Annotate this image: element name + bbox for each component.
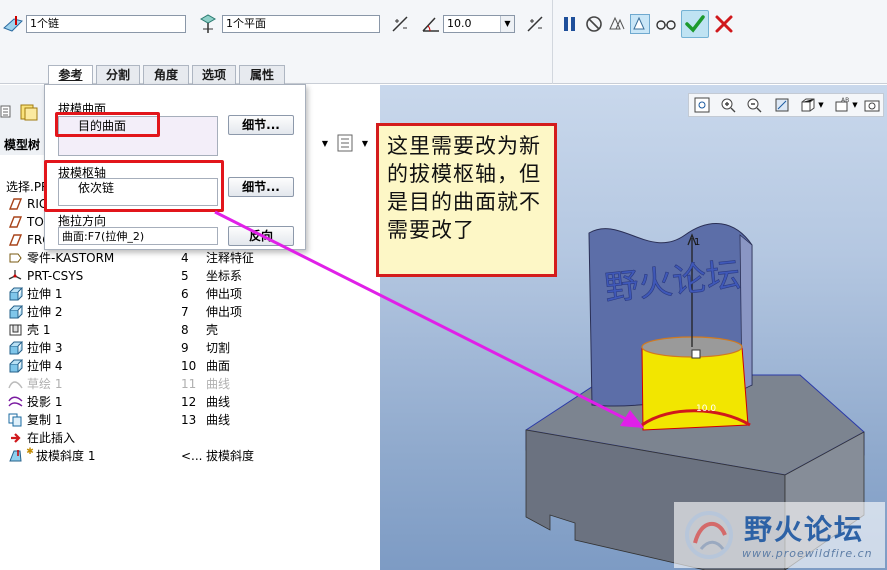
annotation-callout: 这里需要改为新的拔模枢轴，但是目的曲面就不需要改了 <box>376 123 557 277</box>
table-row[interactable]: 零件-KASTORM 4 注释特征 <box>0 249 380 267</box>
display-style-icon[interactable] <box>799 96 817 114</box>
folder-browser-icon[interactable] <box>18 101 40 123</box>
tab-options[interactable]: 选项 <box>192 65 236 84</box>
plane-collector-field[interactable]: 1个平面 <box>222 15 380 33</box>
cancel-x-icon[interactable] <box>713 13 735 35</box>
glasses-icon[interactable] <box>655 14 677 34</box>
insert-here-row[interactable]: 在此插入 <box>0 429 380 447</box>
extrude-icon <box>8 305 24 319</box>
tree-filter-icon[interactable] <box>335 132 357 154</box>
toolbar-divider <box>552 0 553 84</box>
datum-plane-icon <box>8 215 23 229</box>
chevron-down-icon[interactable]: ▼ <box>320 137 330 149</box>
zoom-in-icon[interactable] <box>719 96 737 114</box>
model-tree-header: 模型树 <box>4 138 41 152</box>
tab-angles[interactable]: 角度 <box>143 65 189 84</box>
pause-icon[interactable] <box>560 14 580 34</box>
chevron-down-icon[interactable]: ▼ <box>851 99 859 111</box>
sketch-icon <box>8 377 23 391</box>
extrude-icon <box>8 287 24 301</box>
table-row[interactable]: PRT-CSYS 5 坐标系 <box>0 267 380 285</box>
tree-icon[interactable] <box>0 103 16 121</box>
new-feature-star-icon: ✱ <box>26 447 34 457</box>
datum-plane-icon <box>8 233 23 247</box>
table-row[interactable]: 壳 1 8 壳 <box>0 321 380 339</box>
table-row[interactable]: 草绘 1 11 曲线 <box>0 375 380 393</box>
callout-text: 这里需要改为新的拔模枢轴，但是目的曲面就不需要改了 <box>387 134 541 242</box>
shell-icon <box>8 323 23 337</box>
tab-properties[interactable]: 属性 <box>239 65 285 84</box>
saved-views-icon[interactable]: AB <box>833 96 851 114</box>
view-toolbar: ▼ AB ▼ <box>688 93 884 117</box>
draft-dashboard: 1个链 1个平面 10.0 ▼ 参考 分割 角度 选项 属性 <box>0 0 887 85</box>
tree-root-partial[interactable]: 选择.PR <box>6 178 49 195</box>
highlight-draft-surface <box>55 112 160 137</box>
watermark-title: 野火论坛 <box>744 513 865 546</box>
camera-icon[interactable] <box>863 96 881 114</box>
apply-check-icon[interactable] <box>681 10 709 38</box>
draft-surface-details-button[interactable]: 细节... <box>228 115 294 135</box>
table-row[interactable]: 拉伸 2 7 伸出项 <box>0 303 380 321</box>
repaint-icon[interactable] <box>773 96 791 114</box>
hinge-plane-icon[interactable] <box>197 13 219 35</box>
tab-split[interactable]: 分割 <box>96 65 140 84</box>
draft-dimension-label[interactable]: 10.0 <box>696 404 716 414</box>
chain-collector-field[interactable]: 1个链 <box>26 15 186 33</box>
preview-icon[interactable] <box>607 14 627 34</box>
datum-plane-icon <box>8 197 23 211</box>
angle-icon <box>420 13 442 35</box>
verify-icon[interactable] <box>630 14 650 34</box>
chevron-down-icon[interactable]: ▼ <box>360 137 370 149</box>
forum-logo-icon <box>678 504 740 566</box>
table-row[interactable]: 拉伸 3 9 切割 <box>0 339 380 357</box>
chevron-down-icon[interactable]: ▼ <box>500 16 514 32</box>
table-row[interactable]: 拔模斜度 1 ✱ <... 拔模斜度 <box>0 447 380 465</box>
drag-handle-square[interactable] <box>691 349 701 359</box>
draft-surface-icon[interactable] <box>2 13 24 35</box>
part-icon <box>8 251 23 265</box>
table-row[interactable]: 拉伸 1 6 伸出项 <box>0 285 380 303</box>
draft-icon <box>8 449 23 463</box>
project-icon <box>8 395 23 409</box>
copy-icon <box>8 413 23 427</box>
zoom-out-icon[interactable] <box>745 96 763 114</box>
refit-icon[interactable] <box>693 96 711 114</box>
watermark-url: www.proewildfire.cn <box>742 547 873 560</box>
draft-angle-combo[interactable]: 10.0 ▼ <box>443 15 515 33</box>
pull-direction-value: 曲面:F7(拉伸_2) <box>62 230 145 243</box>
csys-icon <box>8 269 23 283</box>
flip-angle-icon[interactable] <box>524 13 546 35</box>
extrude-icon <box>8 341 24 355</box>
insert-arrow-icon <box>8 431 23 445</box>
flip-direction-button[interactable]: 反向 <box>228 226 294 246</box>
highlight-draft-hinge <box>44 160 224 212</box>
table-row[interactable]: 拉伸 4 10 曲面 <box>0 357 380 375</box>
draft-hinge-details-button[interactable]: 细节... <box>228 177 294 197</box>
no-preview-icon[interactable] <box>584 14 604 34</box>
tab-references[interactable]: 参考 <box>48 65 93 85</box>
chevron-down-icon[interactable]: ▼ <box>817 99 825 111</box>
flip-draft-icon[interactable] <box>389 13 411 35</box>
draft-angle-value: 10.0 <box>447 17 472 30</box>
table-row[interactable]: 投影 1 12 曲线 <box>0 393 380 411</box>
axis-number-label: 1 <box>694 237 700 248</box>
svg-text:AB: AB <box>841 97 849 104</box>
extrude-icon <box>8 359 24 373</box>
table-row[interactable]: 复制 1 13 曲线 <box>0 411 380 429</box>
